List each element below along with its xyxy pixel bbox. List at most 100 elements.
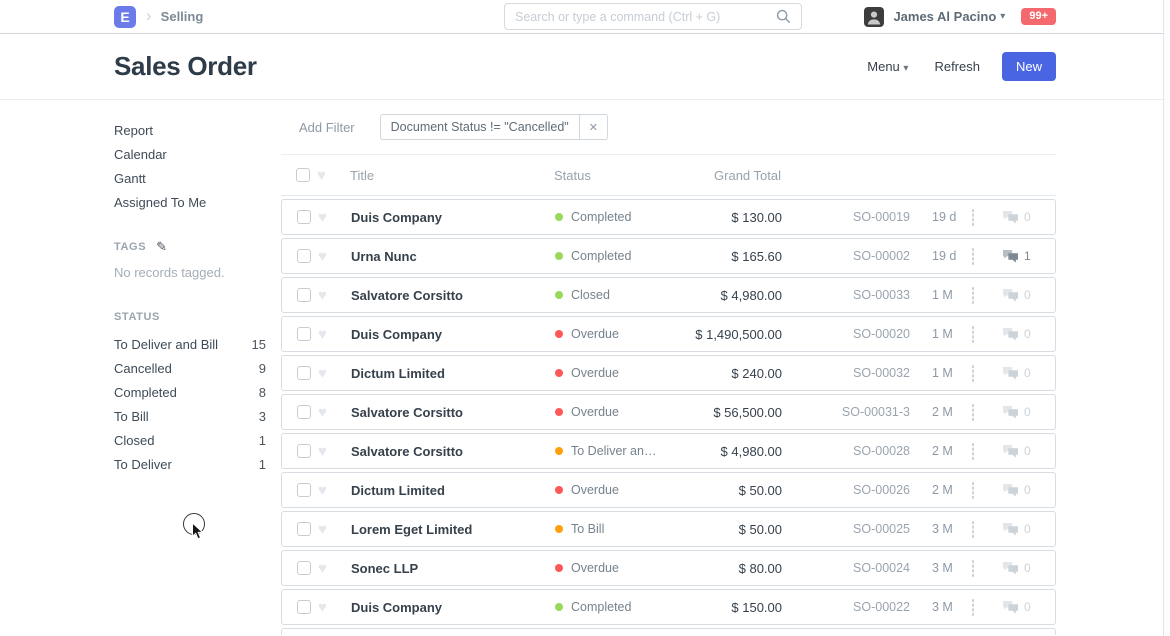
cursor-icon xyxy=(191,522,205,544)
like-icon[interactable]: ♥ xyxy=(318,482,351,499)
edit-tags-icon[interactable]: ✎ xyxy=(156,239,168,255)
breadcrumb-selling[interactable]: Selling xyxy=(161,9,204,24)
row-title[interactable]: Duis Company xyxy=(351,327,555,342)
assign-placeholder[interactable] xyxy=(972,248,974,265)
comment-count: 0 xyxy=(1024,444,1031,458)
row-checkbox[interactable] xyxy=(297,366,311,380)
table-row[interactable]: ♥ Duis Company Completed $ 150.00 SO-000… xyxy=(281,589,1056,625)
assign-placeholder[interactable] xyxy=(972,482,974,499)
assign-placeholder[interactable] xyxy=(972,560,974,577)
assign-placeholder[interactable] xyxy=(972,521,974,538)
grand-total: $ 80.00 xyxy=(675,561,782,576)
status-text: Closed xyxy=(571,288,610,302)
row-checkbox[interactable] xyxy=(297,288,311,302)
sidebar-view-item[interactable]: Calendar xyxy=(114,142,266,166)
menu-button[interactable]: Menu ▾ xyxy=(867,59,908,74)
liked-header-icon[interactable]: ♥ xyxy=(317,167,350,184)
like-icon[interactable]: ♥ xyxy=(318,209,351,226)
status-filter-item[interactable]: Closed 1 xyxy=(114,428,266,452)
status-filter-item[interactable]: To Bill 3 xyxy=(114,404,266,428)
row-title[interactable]: Salvatore Corsitto xyxy=(351,444,555,459)
search-input[interactable] xyxy=(515,10,776,24)
table-row[interactable]: ♥ Dictum Limited Overdue $ 50.00 SO-0002… xyxy=(281,472,1056,508)
table-row[interactable]: ♥ Lorem Eget Limited To Bill $ 50.00 SO-… xyxy=(281,511,1056,547)
row-title[interactable]: Salvatore Corsitto xyxy=(351,405,555,420)
user-menu[interactable]: James Al Pacino xyxy=(893,9,996,24)
status-label: To Bill xyxy=(114,409,149,424)
filter-pill-label[interactable]: Document Status != "Cancelled" xyxy=(381,115,580,139)
like-icon[interactable]: ♥ xyxy=(318,326,351,343)
row-checkbox[interactable] xyxy=(297,444,311,458)
list-header-row: ♥ Title Status Grand Total xyxy=(281,155,1056,196)
row-title[interactable]: Urna Nunc xyxy=(351,249,555,264)
table-row[interactable]: ♥ Dictum Limited Overdue $ 240.00 SO-000… xyxy=(281,355,1056,391)
document-id: SO-00025 xyxy=(782,522,910,536)
row-title[interactable]: Dictum Limited xyxy=(351,366,555,381)
row-checkbox[interactable] xyxy=(297,600,311,614)
list-rows: ♥ Duis Company Completed $ 130.00 SO-000… xyxy=(281,196,1056,625)
search-icon xyxy=(776,9,791,24)
row-checkbox[interactable] xyxy=(297,327,311,341)
like-icon[interactable]: ♥ xyxy=(318,443,351,460)
row-title[interactable]: Lorem Eget Limited xyxy=(351,522,555,537)
filter-remove-button[interactable]: ✕ xyxy=(580,115,607,139)
assign-placeholder[interactable] xyxy=(972,599,974,616)
row-checkbox[interactable] xyxy=(297,210,311,224)
table-row[interactable]: ♥ Urna Nunc Completed $ 165.60 SO-00002 … xyxy=(281,238,1056,274)
add-filter-button[interactable]: Add Filter xyxy=(299,120,355,135)
assign-placeholder[interactable] xyxy=(972,209,974,226)
table-row[interactable]: ♥ Duis Company Overdue $ 1,490,500.00 SO… xyxy=(281,316,1056,352)
assign-placeholder[interactable] xyxy=(972,443,974,460)
modified-age: 3 M xyxy=(910,522,972,536)
like-icon[interactable]: ♥ xyxy=(318,560,351,577)
new-button[interactable]: New xyxy=(1002,52,1056,81)
like-icon[interactable]: ♥ xyxy=(318,521,351,538)
sidebar-view-item[interactable]: Gantt xyxy=(114,166,266,190)
status-dot xyxy=(555,291,563,299)
row-title[interactable]: Dictum Limited xyxy=(351,483,555,498)
table-row[interactable]: ♥ Duis Company Completed $ 130.00 SO-000… xyxy=(281,199,1056,235)
notification-badge[interactable]: 99+ xyxy=(1021,8,1056,25)
status-filter-item[interactable]: To Deliver 1 xyxy=(114,452,266,476)
row-title[interactable]: Salvatore Corsitto xyxy=(351,288,555,303)
row-checkbox[interactable] xyxy=(297,483,311,497)
like-icon[interactable]: ♥ xyxy=(318,404,351,421)
assign-placeholder[interactable] xyxy=(972,287,974,304)
like-icon[interactable]: ♥ xyxy=(318,287,351,304)
comment-count: 0 xyxy=(1024,561,1031,575)
sidebar-view-item[interactable]: Report xyxy=(114,118,266,142)
row-checkbox[interactable] xyxy=(297,405,311,419)
filter-pill[interactable]: Document Status != "Cancelled" ✕ xyxy=(380,114,608,140)
table-row[interactable]: ♥ Salvatore Corsitto Overdue $ 56,500.00… xyxy=(281,394,1056,430)
row-title[interactable]: Duis Company xyxy=(351,600,555,615)
table-row-partial[interactable] xyxy=(281,628,1056,635)
like-icon[interactable]: ♥ xyxy=(318,599,351,616)
assign-placeholder[interactable] xyxy=(972,365,974,382)
refresh-button[interactable]: Refresh xyxy=(934,59,980,74)
comment-count: 0 xyxy=(1024,405,1031,419)
row-checkbox[interactable] xyxy=(297,249,311,263)
status-filter-item[interactable]: Cancelled 9 xyxy=(114,356,266,380)
row-checkbox[interactable] xyxy=(297,561,311,575)
status-dot xyxy=(555,525,563,533)
row-title[interactable]: Sonec LLP xyxy=(351,561,555,576)
like-icon[interactable]: ♥ xyxy=(318,248,351,265)
status-text: Completed xyxy=(571,249,631,263)
table-row[interactable]: ♥ Sonec LLP Overdue $ 80.00 SO-00024 3 M… xyxy=(281,550,1056,586)
assign-placeholder[interactable] xyxy=(972,404,974,421)
assign-placeholder[interactable] xyxy=(972,326,974,343)
status-filter-item[interactable]: Completed 8 xyxy=(114,380,266,404)
row-checkbox[interactable] xyxy=(297,522,311,536)
avatar[interactable] xyxy=(864,7,884,27)
status-filter-item[interactable]: To Deliver and Bill 15 xyxy=(114,332,266,356)
scrollbar[interactable] xyxy=(1163,0,1170,636)
sidebar-view-item[interactable]: Assigned To Me xyxy=(114,190,266,214)
table-row[interactable]: ♥ Salvatore Corsitto To Deliver an… $ 4,… xyxy=(281,433,1056,469)
app-logo[interactable]: E xyxy=(114,6,136,28)
table-row[interactable]: ♥ Salvatore Corsitto Closed $ 4,980.00 S… xyxy=(281,277,1056,313)
status-text: Overdue xyxy=(571,405,619,419)
like-icon[interactable]: ♥ xyxy=(318,365,351,382)
select-all-checkbox[interactable] xyxy=(296,168,310,182)
row-title[interactable]: Duis Company xyxy=(351,210,555,225)
comment-icon xyxy=(1002,444,1019,458)
